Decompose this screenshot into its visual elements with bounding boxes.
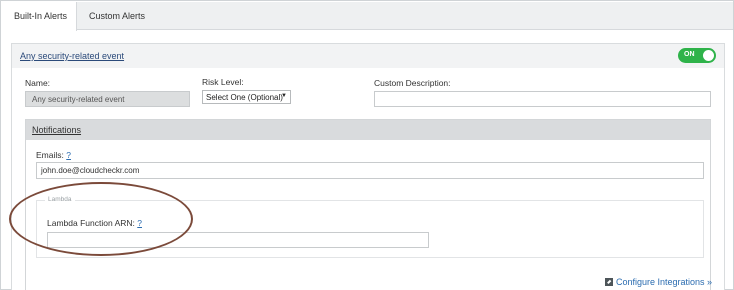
alert-card-header: Any security-related event ON [12, 44, 724, 68]
lambda-arn-input[interactable] [47, 232, 429, 248]
tab-built-in-alerts[interactable]: Built-In Alerts [2, 2, 77, 31]
risk-level-value: Select One (Optional) [206, 93, 283, 102]
notifications-header: Notifications [26, 120, 710, 140]
lambda-help-link[interactable]: ? [137, 218, 142, 228]
risk-level-select[interactable]: Select One (Optional) ▼ [202, 90, 291, 104]
custom-description-label: Custom Description: [374, 78, 451, 88]
name-label: Name: [25, 78, 51, 88]
alerts-panel: Built-In Alerts Custom Alerts Any securi… [0, 0, 734, 290]
custom-description-input[interactable] [374, 91, 711, 107]
notifications-title[interactable]: Notifications [32, 125, 81, 135]
emails-help-link[interactable]: ? [66, 150, 71, 160]
risk-level-label: Risk Level: [202, 77, 244, 87]
configure-integrations-link[interactable]: Configure Integrations » [605, 277, 712, 287]
tab-bar: Built-In Alerts Custom Alerts [2, 2, 733, 31]
emails-input[interactable]: john.doe@cloudcheckr.com [36, 162, 704, 179]
lambda-arn-label: Lambda Function ARN: [47, 218, 135, 228]
toggle-label: ON [684, 51, 695, 58]
toggle-knob [703, 50, 714, 61]
lambda-label-row: Lambda Function ARN: ? [47, 218, 142, 228]
lambda-legend: Lambda [45, 196, 75, 203]
name-field: Any security-related event [25, 91, 190, 107]
notifications-section: Notifications Emails: ? john.doe@cloudch… [25, 119, 711, 290]
emails-label: Emails: [36, 150, 64, 160]
emails-label-row: Emails: ? [36, 150, 71, 160]
alert-title-link[interactable]: Any security-related event [20, 51, 124, 61]
tab-custom-alerts[interactable]: Custom Alerts [89, 2, 145, 30]
caret-down-icon: ▼ [281, 93, 287, 99]
lambda-fieldset: Lambda Lambda Function ARN: ? [36, 196, 704, 258]
configure-integrations-label: Configure Integrations » [616, 277, 713, 287]
alert-enabled-toggle[interactable]: ON [678, 48, 716, 63]
pencil-box-icon [605, 278, 613, 286]
